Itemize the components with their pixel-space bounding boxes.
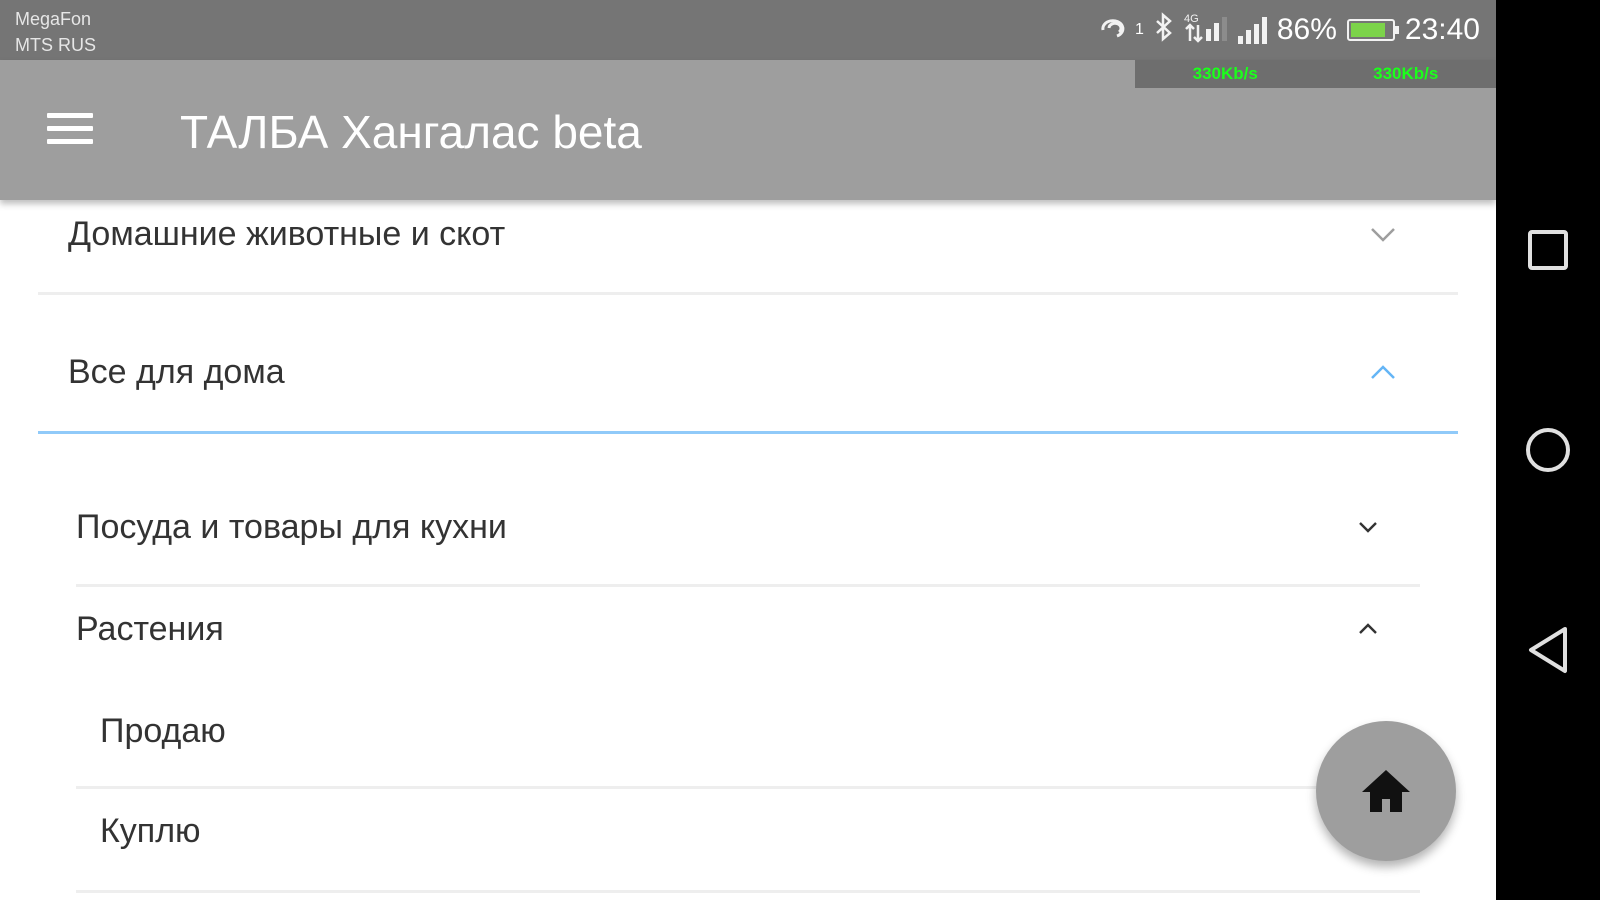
divider	[76, 584, 1420, 587]
home-circle-icon[interactable]	[1518, 420, 1578, 480]
category-item-pets-livestock[interactable]: Домашние животные и скот	[38, 200, 1458, 268]
recents-square-icon[interactable]	[1518, 220, 1578, 280]
chevron-up-icon	[1371, 365, 1395, 379]
speed-down: 330Kb/s	[1373, 64, 1439, 83]
carrier-1: MegaFon	[15, 9, 92, 29]
divider-active	[38, 431, 1458, 434]
sim-indicator: 1	[1134, 21, 1144, 38]
carrier-info: MegaFon MTS RUS	[15, 6, 96, 58]
carrier-2: MTS RUS	[15, 35, 96, 55]
divider	[38, 292, 1458, 295]
signal-icon	[1237, 16, 1267, 44]
sync-icon	[1097, 12, 1131, 49]
chevron-up-icon	[1359, 623, 1377, 634]
system-nav-bar	[1496, 0, 1600, 900]
list-item-sell[interactable]: Продаю	[100, 696, 1320, 766]
divider	[76, 786, 1420, 789]
battery-charging-icon	[1346, 19, 1399, 41]
subcategory-item-plants[interactable]: Растения	[76, 594, 1420, 664]
category-item-home-goods[interactable]: Все для дома	[38, 332, 1458, 412]
subcategory-label: Посуда и товары для кухни	[76, 507, 507, 546]
network-speed-row: 330Kb/s 330Kb/s	[1135, 60, 1496, 88]
list-item-buy[interactable]: Куплю	[100, 796, 1320, 866]
svg-text:4G: 4G	[1184, 13, 1199, 25]
home-icon	[1362, 770, 1410, 812]
app-title: ТАЛБА Хангалас beta	[180, 106, 642, 158]
clock: 23:40	[1404, 13, 1480, 46]
battery-percent: 86%	[1276, 13, 1337, 46]
lte-signal-icon: 4G	[1184, 11, 1228, 50]
list-item-label: Продаю	[100, 711, 226, 750]
bluetooth-icon	[1154, 11, 1174, 49]
home-fab-button[interactable]	[1316, 721, 1456, 861]
hamburger-menu-icon[interactable]	[40, 104, 100, 154]
category-label: Все для дома	[68, 352, 285, 391]
category-list: Домашние животные и скот Все для дома По…	[0, 200, 1496, 900]
speed-up: 330Kb/s	[1192, 64, 1258, 83]
list-item-label: Куплю	[100, 811, 201, 850]
subcategory-item-kitchenware[interactable]: Посуда и товары для кухни	[76, 492, 1420, 562]
chevron-down-icon	[1371, 228, 1395, 242]
status-icons: 1 4G 86% 23:40	[1097, 10, 1480, 50]
divider	[76, 890, 1420, 893]
subcategory-label: Растения	[76, 609, 224, 648]
battery-level	[1350, 23, 1386, 37]
status-bar: MegaFon MTS RUS 1 4G 86% 23:40	[0, 0, 1496, 60]
back-triangle-icon[interactable]	[1518, 620, 1578, 680]
category-label: Домашние животные и скот	[68, 214, 506, 253]
chevron-down-icon	[1359, 522, 1377, 533]
